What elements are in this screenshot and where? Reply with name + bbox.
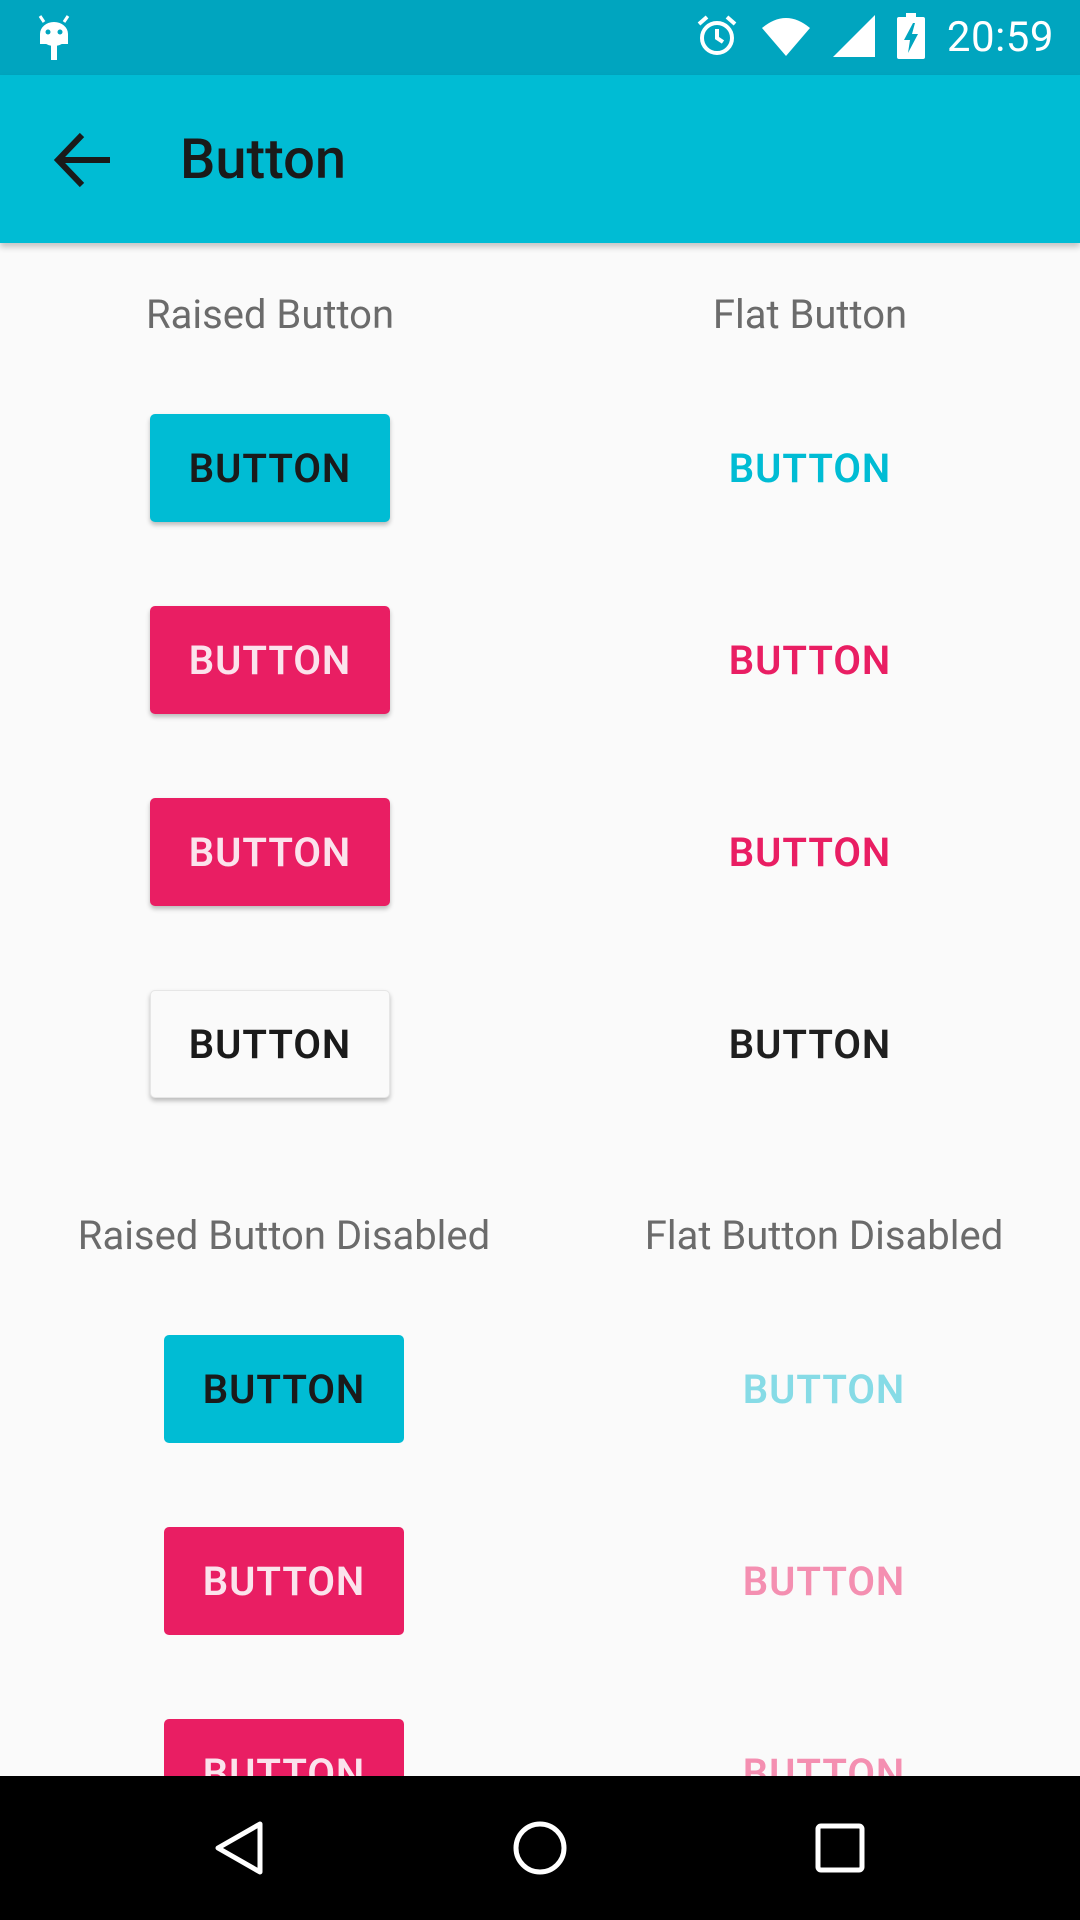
raised-button-disabled-accent: BUTTON [164, 1527, 404, 1635]
raised-button-default[interactable]: BUTTON [150, 990, 390, 1098]
wifi-icon [761, 16, 811, 60]
flat-button-header: Flat Button [712, 291, 908, 338]
status-bar: 20:59 [0, 0, 1080, 75]
flat-button-disabled-header: Flat Button Disabled [644, 1212, 1004, 1259]
raised-button-accent-2[interactable]: BUTTON [150, 798, 390, 906]
arrow-back-icon[interactable] [50, 127, 116, 193]
flat-button-accent-2[interactable]: BUTTON [690, 798, 930, 906]
raised-button-disabled-accent-2: BUTTON [164, 1719, 404, 1776]
raised-button-accent[interactable]: BUTTON [150, 606, 390, 714]
flat-button-default[interactable]: BUTTON [690, 990, 930, 1098]
raised-button-disabled-header: Raised Button Disabled [77, 1212, 491, 1259]
button-demo-content[interactable]: Raised Button Flat Button BUTTON BUTTON … [0, 243, 1080, 1776]
flat-button-disabled-primary: BUTTON [704, 1335, 944, 1443]
battery-charging-icon [896, 12, 925, 63]
raised-button-header: Raised Button [145, 291, 395, 338]
alarm-icon [695, 14, 739, 62]
nav-back-icon[interactable] [190, 1798, 290, 1898]
app-bar: Button [0, 75, 1080, 243]
raised-button-disabled-primary: BUTTON [164, 1335, 404, 1443]
nav-home-icon[interactable] [490, 1798, 590, 1898]
signal-icon [832, 14, 875, 61]
flat-button-disabled-accent-2: BUTTON [704, 1719, 944, 1777]
flat-button-disabled-accent: BUTTON [704, 1527, 944, 1635]
android-debug-icon [36, 14, 72, 64]
navigation-bar [0, 1776, 1080, 1920]
raised-button-primary[interactable]: BUTTON [150, 414, 390, 522]
nav-recents-icon[interactable] [790, 1798, 890, 1898]
flat-button-accent[interactable]: BUTTON [690, 606, 930, 714]
page-title: Button [180, 126, 347, 192]
status-time: 20:59 [946, 13, 1054, 62]
flat-button-primary[interactable]: BUTTON [690, 414, 930, 522]
